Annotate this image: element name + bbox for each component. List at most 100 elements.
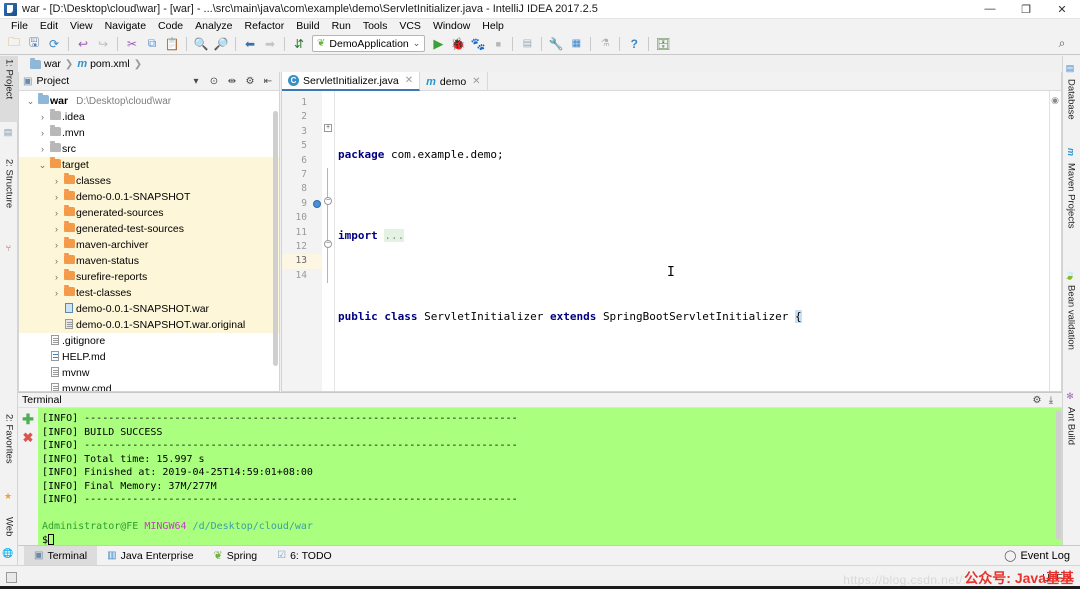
new-session-icon[interactable]: ✚ [22, 414, 34, 425]
chevron-right-icon[interactable]: › [37, 112, 48, 122]
update-app-button[interactable]: ▤ [517, 34, 537, 54]
copy-icon[interactable]: ⧉ [142, 34, 162, 54]
menu-vcs[interactable]: VCS [393, 19, 427, 33]
tree-node-classes[interactable]: › classes [19, 173, 279, 189]
project-tree-scrollbar[interactable] [273, 111, 278, 366]
search-everywhere-icon[interactable]: ⌕ [1052, 34, 1072, 54]
help-icon[interactable]: ? [624, 34, 644, 54]
code-editor[interactable]: 1 2 3 5 6 7 8 9 10 11 12 13 14 [282, 91, 1061, 391]
menu-help[interactable]: Help [476, 19, 510, 33]
maximize-button[interactable]: ❐ [1008, 0, 1044, 19]
settings-gear-icon[interactable]: ⚙ [243, 74, 257, 88]
close-session-icon[interactable]: ✖ [23, 432, 34, 443]
tab-terminal[interactable]: ▣ Terminal [24, 546, 97, 566]
chevron-right-icon[interactable]: › [51, 176, 62, 186]
menu-code[interactable]: Code [152, 19, 189, 33]
debug-button[interactable]: 🐞 [448, 34, 468, 54]
tab-java-enterprise[interactable]: ▥ Java Enterprise [97, 546, 203, 566]
tree-node-generated-sources[interactable]: › generated-sources [19, 205, 279, 221]
project-structure-icon[interactable]: ▦ [566, 34, 586, 54]
expand-all-icon[interactable]: ⇹ [225, 74, 239, 88]
tree-node-war-original-file[interactable]: demo-0.0.1-SNAPSHOT.war.original [19, 317, 279, 333]
project-tree[interactable]: ⌄ war D:\Desktop\cloud\war › .idea › .mv… [19, 91, 279, 391]
tree-node-maven-archiver[interactable]: › maven-archiver [19, 237, 279, 253]
editor-scrollbar-track[interactable]: ◉ [1049, 91, 1061, 391]
stop-button[interactable]: ■ [488, 34, 508, 54]
find-icon[interactable]: 🔍 [191, 34, 211, 54]
code-text[interactable]: package com.example.demo; import ... pub… [334, 91, 1061, 391]
tree-node-war-file[interactable]: demo-0.0.1-SNAPSHOT.war [19, 301, 279, 317]
chevron-right-icon[interactable]: › [51, 288, 62, 298]
undo-icon[interactable]: ↩ [73, 34, 93, 54]
tab-servlet-initializer[interactable]: C ServletInitializer.java ✕ [282, 72, 420, 91]
event-log-area[interactable]: ◯ Event Log [1004, 549, 1080, 562]
tree-node-demo-snapshot[interactable]: › demo-0.0.1-SNAPSHOT [19, 189, 279, 205]
tab-spring[interactable]: ❦ Spring [204, 546, 268, 566]
menu-refactor[interactable]: Refactor [239, 19, 291, 33]
override-method-marker-icon[interactable] [313, 200, 321, 208]
paste-icon[interactable]: 📋 [162, 34, 182, 54]
hide-panel-icon[interactable]: ⤓ [1044, 393, 1058, 407]
editor-gutter[interactable]: 1 2 3 5 6 7 8 9 10 11 12 13 14 [282, 91, 322, 391]
toggle-toolwindows-icon[interactable] [6, 572, 17, 583]
collapse-method-end-fold-icon[interactable]: − [324, 240, 332, 248]
breadcrumb-item-pom[interactable]: m pom.xml [77, 58, 129, 70]
menu-view[interactable]: View [64, 19, 99, 33]
tree-node-gitignore[interactable]: .gitignore [19, 333, 279, 349]
inspection-eye-icon[interactable]: ◉ [1051, 95, 1059, 106]
sdk-manager-icon[interactable]: ⚗ [595, 34, 615, 54]
close-icon[interactable]: ✕ [405, 75, 413, 86]
code-folding-column[interactable]: + − − [322, 91, 334, 391]
menu-tools[interactable]: Tools [357, 19, 394, 33]
tree-node-war[interactable]: ⌄ war D:\Desktop\cloud\war [19, 93, 279, 109]
run-configuration-selector[interactable]: ❦ DemoApplication ⌄ [312, 35, 425, 52]
minimize-button[interactable]: — [972, 0, 1008, 19]
collapse-all-icon[interactable]: ⊙ [207, 74, 221, 88]
breadcrumb-item-war[interactable]: war [30, 58, 61, 70]
expand-imports-fold-icon[interactable]: + [324, 124, 332, 132]
close-button[interactable]: ✕ [1044, 0, 1080, 19]
sidebar-item-web[interactable]: Web [0, 514, 18, 544]
terminal-input-line[interactable]: $ [42, 534, 1062, 546]
sync-refresh-icon[interactable]: ⟳ [44, 34, 64, 54]
sidebar-item-ant-build[interactable]: Ant Build [1062, 404, 1080, 464]
tree-node-target[interactable]: ⌄ target [19, 157, 279, 173]
back-icon[interactable]: ⬅ [240, 34, 260, 54]
tab-demo[interactable]: m demo ✕ [420, 72, 487, 91]
run-with-coverage-button[interactable]: 🐾 [468, 34, 488, 54]
terminal-scrollbar[interactable] [1056, 410, 1061, 540]
sidebar-item-project[interactable]: 1: Project [0, 56, 18, 122]
menu-analyze[interactable]: Analyze [189, 19, 238, 33]
chevron-down-icon[interactable]: ⌄ [25, 96, 36, 107]
settings-wrench-icon[interactable]: 🔧 [546, 34, 566, 54]
tree-node-mvnw-cmd[interactable]: mvnw.cmd [19, 381, 279, 391]
redo-icon[interactable]: ↪ [93, 34, 113, 54]
tree-node-mvnw[interactable]: mvnw [19, 365, 279, 381]
settings-gear-icon[interactable]: ⚙ [1030, 393, 1044, 407]
hide-panel-icon[interactable]: ⇤ [261, 74, 275, 88]
tree-node-mvn[interactable]: › .mvn [19, 125, 279, 141]
cut-icon[interactable]: ✂ [122, 34, 142, 54]
sidebar-item-maven-projects[interactable]: Maven Projects [1062, 160, 1080, 250]
chevron-down-icon[interactable]: ⌄ [37, 160, 48, 171]
tree-node-maven-status[interactable]: › maven-status [19, 253, 279, 269]
tree-node-surefire-reports[interactable]: › surefire-reports [19, 269, 279, 285]
sidebar-item-bean-validation[interactable]: Bean validation [1062, 282, 1080, 372]
menu-file[interactable]: File [5, 19, 34, 33]
forward-icon[interactable]: ➡ [260, 34, 280, 54]
tree-node-idea[interactable]: › .idea [19, 109, 279, 125]
chevron-right-icon[interactable]: › [37, 144, 48, 154]
menu-build[interactable]: Build [290, 19, 325, 33]
chevron-right-icon[interactable]: › [51, 240, 62, 250]
terminal-output[interactable]: [INFO] ---------------------------------… [38, 408, 1062, 545]
tree-node-test-classes[interactable]: › test-classes [19, 285, 279, 301]
chevron-right-icon[interactable]: › [51, 192, 62, 202]
chevron-right-icon[interactable]: › [51, 208, 62, 218]
run-button[interactable]: ▶ [428, 34, 448, 54]
menu-run[interactable]: Run [326, 19, 357, 33]
chevron-right-icon[interactable]: › [37, 128, 48, 138]
tree-node-help-md[interactable]: HELP.md [19, 349, 279, 365]
open-folder-icon[interactable]: 🗀 [4, 34, 24, 54]
chevron-right-icon[interactable]: › [51, 256, 62, 266]
chevron-down-icon[interactable]: ⌄ [413, 38, 421, 49]
